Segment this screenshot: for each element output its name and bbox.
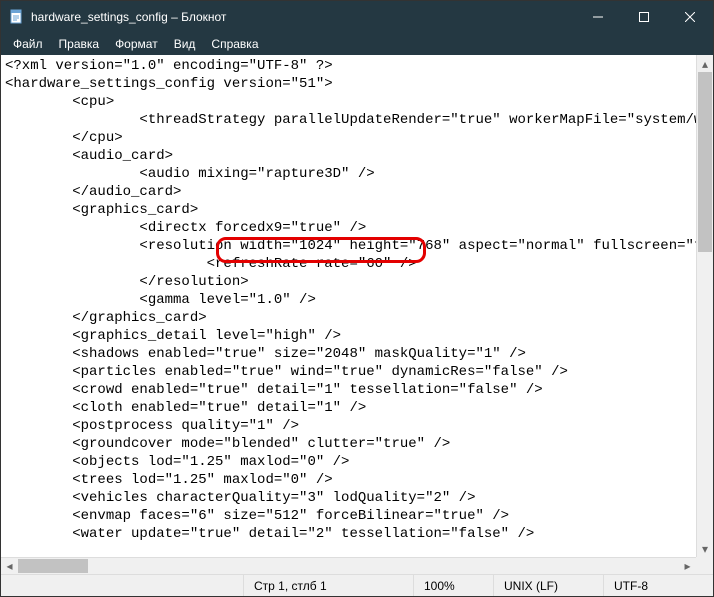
scroll-up-icon[interactable]: ▴ — [697, 55, 713, 72]
titlebar[interactable]: hardware_settings_config – Блокнот — [1, 1, 713, 33]
status-encoding: UTF-8 — [603, 575, 713, 596]
close-button[interactable] — [667, 1, 713, 33]
menu-edit[interactable]: Правка — [51, 35, 108, 53]
vertical-scroll-thumb[interactable] — [698, 72, 712, 252]
menu-view[interactable]: Вид — [166, 35, 204, 53]
statusbar: Стр 1, стлб 1 100% UNIX (LF) UTF-8 — [1, 574, 713, 596]
window-controls — [575, 1, 713, 33]
vertical-scrollbar[interactable]: ▴ ▾ — [696, 55, 713, 557]
status-spacer — [1, 575, 243, 596]
status-position: Стр 1, стлб 1 — [243, 575, 413, 596]
menu-format[interactable]: Формат — [107, 35, 166, 53]
scrollbar-corner — [696, 557, 713, 574]
menubar: Файл Правка Формат Вид Справка — [1, 33, 713, 55]
horizontal-scrollbar[interactable]: ◂ ▸ — [1, 557, 696, 574]
text-editor[interactable]: <?xml version="1.0" encoding="UTF-8" ?> … — [1, 55, 713, 574]
menu-help[interactable]: Справка — [203, 35, 266, 53]
status-zoom: 100% — [413, 575, 493, 596]
menu-file[interactable]: Файл — [5, 35, 51, 53]
horizontal-scroll-thumb[interactable] — [18, 559, 88, 573]
notepad-icon — [9, 9, 25, 25]
scroll-left-icon[interactable]: ◂ — [1, 558, 18, 574]
window-title: hardware_settings_config – Блокнот — [31, 10, 575, 24]
notepad-window: hardware_settings_config – Блокнот Файл … — [1, 1, 713, 596]
scroll-down-icon[interactable]: ▾ — [697, 540, 713, 557]
scroll-right-icon[interactable]: ▸ — [679, 558, 696, 574]
editor-content[interactable]: <?xml version="1.0" encoding="UTF-8" ?> … — [1, 55, 713, 543]
minimize-button[interactable] — [575, 1, 621, 33]
maximize-button[interactable] — [621, 1, 667, 33]
status-eol: UNIX (LF) — [493, 575, 603, 596]
